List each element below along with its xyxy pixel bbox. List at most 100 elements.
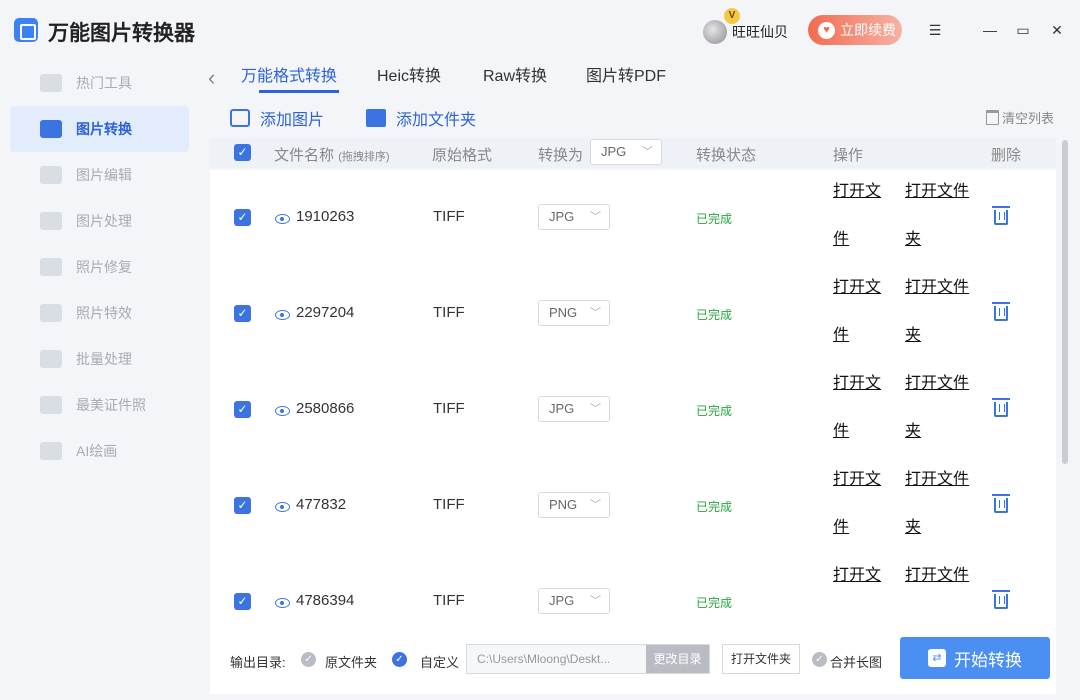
preview-eye-icon[interactable] xyxy=(275,502,290,512)
original-format: TIFF xyxy=(433,496,465,513)
photo-effect-icon xyxy=(40,304,62,322)
row-checkbox[interactable]: ✓ xyxy=(234,593,251,610)
delete-row-icon[interactable] xyxy=(992,494,1010,513)
delete-row-icon[interactable] xyxy=(992,206,1010,225)
preview-eye-icon[interactable] xyxy=(275,406,290,416)
minimize-icon[interactable]: — xyxy=(978,18,1002,42)
close-icon[interactable]: ✕ xyxy=(1045,18,1069,42)
clear-list-button[interactable]: 清空列表 xyxy=(985,108,1054,127)
sidebar-item-label: 照片特效 xyxy=(76,305,132,321)
chevron-down-icon: ﹀ xyxy=(642,146,653,158)
tab-raw[interactable]: Raw转换 xyxy=(483,62,547,92)
open-file-link-wrap[interactable]: 件 xyxy=(833,504,849,552)
target-format-select[interactable]: PNG ﹀ xyxy=(538,300,610,326)
sidebar-item-image-process[interactable]: 图片处理 xyxy=(10,198,189,244)
footer-bar: 输出目录: ✓ 原文件夹 ✓ 自定义 C:\Users\Mloong\Deskt… xyxy=(200,630,1080,700)
add-folder-button[interactable]: 添加文件夹 xyxy=(366,106,476,130)
sidebar-item-hot-tools[interactable]: 热门工具 xyxy=(10,60,189,106)
sidebar-item-ai-paint[interactable]: AI绘画 xyxy=(10,428,189,474)
row-checkbox[interactable]: ✓ xyxy=(234,497,251,514)
open-folder-link-wrap[interactable]: 夹 xyxy=(905,312,921,360)
tab-heic[interactable]: Heic转换 xyxy=(377,62,441,92)
file-name: 4786394 xyxy=(296,592,355,609)
open-file-link[interactable]: 打开文 xyxy=(833,264,881,312)
open-file-link-wrap[interactable]: 件 xyxy=(833,216,849,264)
open-folder-link[interactable]: 打开文件 xyxy=(905,552,969,600)
open-folder-link[interactable]: 打开文件 xyxy=(905,264,969,312)
target-format-select[interactable]: JPG ﹀ xyxy=(538,588,610,614)
back-arrow-icon[interactable]: ‹ xyxy=(208,65,215,91)
merge-label[interactable]: 合并长图 xyxy=(830,652,882,671)
sidebar-item-photo-repair[interactable]: 照片修复 xyxy=(10,244,189,290)
grid-icon xyxy=(40,74,62,92)
target-format-select[interactable]: JPG ﹀ xyxy=(538,396,610,422)
sidebar-item-label: AI绘画 xyxy=(76,443,118,459)
sidebar-item-image-edit[interactable]: 图片编辑 xyxy=(10,152,189,198)
convert-all-select[interactable]: JPG ﹀ xyxy=(590,139,662,165)
clear-list-label: 清空列表 xyxy=(1001,111,1054,126)
add-image-button[interactable]: 添加图片 xyxy=(230,106,324,130)
batch-icon xyxy=(40,350,62,368)
custom-folder-label[interactable]: 自定义 xyxy=(420,652,459,671)
chevron-down-icon: ﹀ xyxy=(590,307,601,319)
file-table: ✓ 文件名称 (拖拽排序) 原始格式 转换为 JPG ﹀ 转换状态 操作 删除 … xyxy=(210,138,1056,694)
open-file-link[interactable]: 打开文 xyxy=(833,456,881,504)
original-folder-label[interactable]: 原文件夹 xyxy=(325,652,377,671)
row-checkbox[interactable]: ✓ xyxy=(234,401,251,418)
convert-icon: ⇄ xyxy=(928,649,946,667)
chevron-down-icon: ﹀ xyxy=(590,403,601,415)
trash-icon xyxy=(985,110,999,125)
delete-row-icon[interactable] xyxy=(992,398,1010,417)
renew-button[interactable]: ♥ 立即续费 xyxy=(808,15,902,45)
sidebar-item-image-convert[interactable]: 图片转换 xyxy=(10,106,189,152)
table-row: ✓ 2297204 TIFF PNG ﹀ 已完成 打开文 件 打开文件 夹 xyxy=(210,266,1056,362)
table-scrollbar[interactable] xyxy=(1062,140,1068,464)
open-file-link[interactable]: 打开文 xyxy=(833,552,881,600)
open-file-link[interactable]: 打开文 xyxy=(833,360,881,408)
start-convert-label: 开始转换 xyxy=(954,650,1022,670)
open-folder-link-wrap[interactable]: 夹 xyxy=(905,504,921,552)
sidebar-item-id-photo[interactable]: 最美证件照 xyxy=(10,382,189,428)
sidebar: 热门工具 图片转换 图片编辑 图片处理 照片修复 照片特效 批量处理 最美证件照… xyxy=(0,60,200,700)
row-checkbox[interactable]: ✓ xyxy=(234,209,251,226)
target-format-select[interactable]: PNG ﹀ xyxy=(538,492,610,518)
delete-row-icon[interactable] xyxy=(992,590,1010,609)
open-folder-link-wrap[interactable]: 夹 xyxy=(905,408,921,456)
preview-eye-icon[interactable] xyxy=(275,214,290,224)
table-row: ✓ 2580866 TIFF JPG ﹀ 已完成 打开文 件 打开文件 夹 xyxy=(210,362,1056,458)
open-file-link[interactable]: 打开文 xyxy=(833,168,881,216)
tab-image-to-pdf[interactable]: 图片转PDF xyxy=(586,62,666,92)
change-dir-button[interactable]: 更改目录 xyxy=(646,645,709,673)
tab-universal-convert[interactable]: 万能格式转换 xyxy=(241,62,337,92)
maximize-icon[interactable]: ▭ xyxy=(1011,18,1035,42)
user-avatar[interactable]: V xyxy=(703,8,740,44)
sidebar-item-photo-effect[interactable]: 照片特效 xyxy=(10,290,189,336)
open-file-link-wrap[interactable]: 件 xyxy=(833,408,849,456)
preview-eye-icon[interactable] xyxy=(275,598,290,608)
open-folder-link[interactable]: 打开文件 xyxy=(905,456,969,504)
add-folder-icon xyxy=(366,109,386,127)
open-file-link-wrap[interactable]: 件 xyxy=(833,312,849,360)
target-format-value: PNG xyxy=(549,497,578,512)
custom-folder-radio[interactable]: ✓ xyxy=(392,652,407,667)
image-convert-icon xyxy=(40,120,62,138)
menu-icon[interactable]: ☰ xyxy=(923,18,947,42)
sidebar-item-label: 最美证件照 xyxy=(76,397,146,413)
status-badge: 已完成 xyxy=(696,596,733,610)
start-convert-button[interactable]: ⇄ 开始转换 xyxy=(900,637,1050,679)
sidebar-item-label: 图片编辑 xyxy=(76,167,132,183)
sidebar-item-batch[interactable]: 批量处理 xyxy=(10,336,189,382)
original-folder-radio[interactable]: ✓ xyxy=(301,652,316,667)
delete-row-icon[interactable] xyxy=(992,302,1010,321)
row-checkbox[interactable]: ✓ xyxy=(234,305,251,322)
merge-checkbox[interactable]: ✓ xyxy=(812,652,827,667)
open-folder-link[interactable]: 打开文件 xyxy=(905,168,969,216)
active-tab-indicator xyxy=(259,90,339,93)
user-name[interactable]: 旺旺仙贝 xyxy=(732,22,788,42)
open-folder-link[interactable]: 打开文件 xyxy=(905,360,969,408)
open-folder-link-wrap[interactable]: 夹 xyxy=(905,216,921,264)
preview-eye-icon[interactable] xyxy=(275,310,290,320)
target-format-select[interactable]: JPG ﹀ xyxy=(538,204,610,230)
open-output-folder-button[interactable]: 打开文件夹 xyxy=(722,644,800,674)
select-all-checkbox[interactable]: ✓ xyxy=(234,144,251,161)
